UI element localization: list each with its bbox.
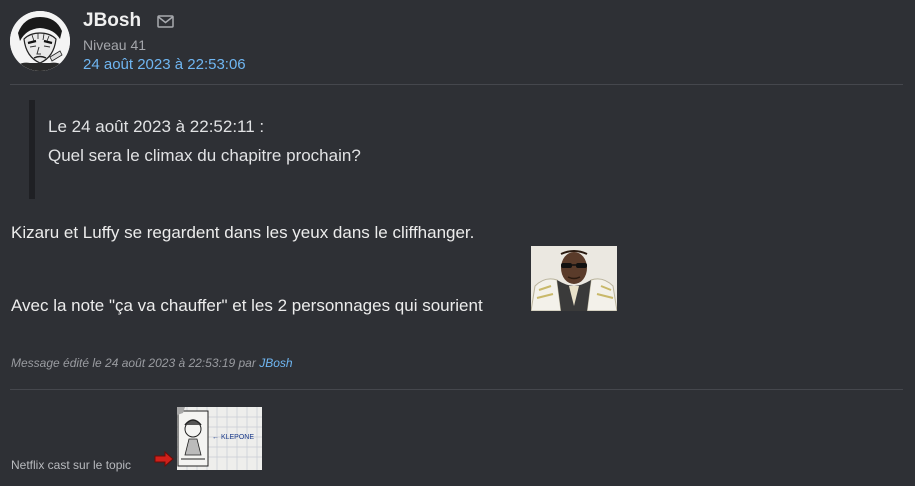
user-level: Niveau 41 — [83, 37, 147, 53]
signature-text: Netflix cast sur le topic — [11, 458, 132, 472]
message-paragraph-1: Kizaru et Luffy se regardent dans les ye… — [11, 223, 475, 242]
forum-post: JBosh Niveau 41 24 août 2023 à 22:53:06 … — [0, 0, 915, 486]
sticker-caption: ← KLEPONE — [212, 434, 254, 441]
manga-avatar-icon — [10, 11, 70, 71]
edit-note-text: Message édité le 24 août 2023 à 22:53:19… — [11, 356, 256, 370]
quote-header: Le 24 août 2023 à 22:52:11 : — [48, 117, 265, 136]
message-paragraph-2: Avec la note "ça va chauffer" et les 2 p… — [11, 296, 483, 315]
envelope-icon[interactable] — [157, 15, 174, 28]
post-timestamp-link[interactable]: 24 août 2023 à 22:53:06 — [83, 56, 246, 73]
blockquote: Le 24 août 2023 à 22:52:11 : Quel sera l… — [29, 100, 629, 199]
header-divider — [10, 84, 903, 85]
kizaru-sticker[interactable] — [531, 246, 617, 311]
sketch-sticker[interactable]: ← KLEPONE — [177, 407, 262, 470]
signature-divider — [10, 389, 903, 390]
kizaru-sticker-image — [531, 246, 617, 311]
edit-note: Message édité le 24 août 2023 à 22:53:19… — [11, 356, 293, 370]
quote-text: Quel sera le climax du chapitre prochain… — [48, 146, 361, 165]
red-arrow-icon — [154, 451, 174, 467]
username[interactable]: JBosh — [83, 10, 141, 32]
sketch-sticker-image: ← KLEPONE — [177, 407, 262, 470]
avatar[interactable] — [10, 11, 70, 71]
edit-note-author-link[interactable]: JBosh — [259, 356, 292, 370]
